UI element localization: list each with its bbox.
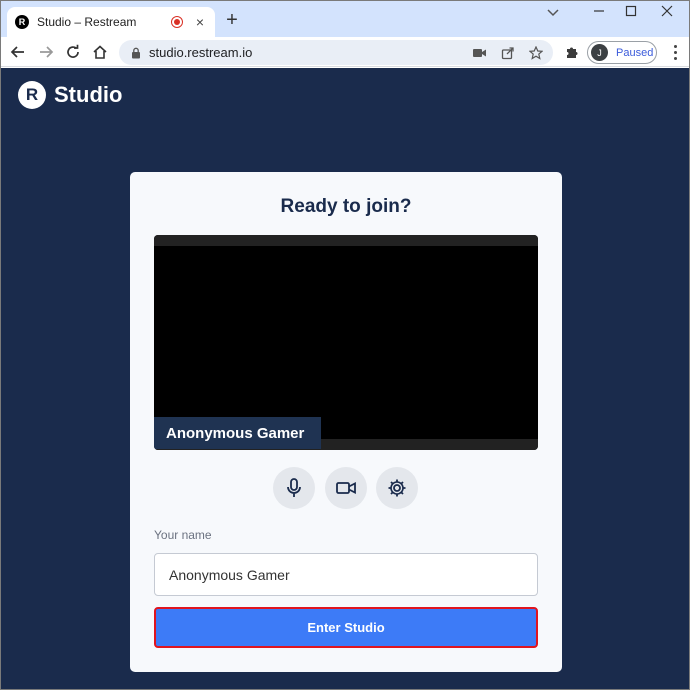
tab-strip: R Studio – Restream × + xyxy=(1,1,689,37)
url-text: studio.restream.io xyxy=(149,45,253,60)
maximize-icon[interactable] xyxy=(621,5,641,21)
browser-toolbar: studio.restream.io J Paused xyxy=(1,37,689,67)
browser-window: R Studio – Restream × + studio.restream.… xyxy=(0,0,690,690)
bookmark-star-icon[interactable] xyxy=(525,42,547,64)
camera-icon xyxy=(336,482,356,494)
tab-search-chevron-icon[interactable] xyxy=(543,5,563,21)
name-field-label: Your name xyxy=(154,528,212,542)
address-bar[interactable]: studio.restream.io xyxy=(119,40,553,65)
browser-menu-icon[interactable] xyxy=(665,41,685,63)
restream-logo-icon: R xyxy=(18,81,46,109)
page-title: Ready to join? xyxy=(280,196,412,217)
profile-status: Paused xyxy=(616,46,654,59)
forward-arrow-icon[interactable] xyxy=(35,41,57,63)
settings-button[interactable] xyxy=(376,467,418,509)
camera-in-use-icon[interactable] xyxy=(469,42,491,64)
reload-icon[interactable] xyxy=(62,41,84,63)
avatar: J xyxy=(591,44,608,61)
camera-button[interactable] xyxy=(325,467,367,509)
browser-tab[interactable]: R Studio – Restream × xyxy=(7,7,215,37)
recording-indicator-icon xyxy=(171,16,183,28)
minimize-icon[interactable] xyxy=(589,5,609,21)
window-close-icon[interactable] xyxy=(657,5,677,21)
extensions-puzzle-icon[interactable] xyxy=(561,41,583,63)
settings-gear-icon xyxy=(388,479,406,497)
camera-preview: Anonymous Gamer xyxy=(154,235,538,450)
close-tab-icon[interactable]: × xyxy=(193,15,207,29)
logo-text: Studio xyxy=(54,82,123,107)
share-icon[interactable] xyxy=(497,42,519,64)
restream-favicon-icon: R xyxy=(15,15,29,29)
studio-page: R Studio Ready to join? Anonymous Gamer … xyxy=(1,68,689,689)
lock-icon[interactable] xyxy=(131,47,141,59)
join-card: Ready to join? Anonymous Gamer Your name… xyxy=(130,172,562,672)
microphone-icon xyxy=(287,478,301,497)
tab-title: Studio – Restream xyxy=(37,15,137,29)
profile-button[interactable]: J Paused xyxy=(587,41,657,64)
microphone-button[interactable] xyxy=(273,467,315,509)
preview-top-bar xyxy=(154,235,538,246)
enter-studio-button[interactable]: Enter Studio xyxy=(154,607,538,648)
preview-name-tag: Anonymous Gamer xyxy=(154,417,321,449)
back-arrow-icon[interactable] xyxy=(7,41,29,63)
new-tab-icon[interactable]: + xyxy=(223,10,241,30)
home-icon[interactable] xyxy=(89,41,111,63)
restream-logo[interactable]: R Studio xyxy=(18,81,122,109)
name-input[interactable] xyxy=(154,553,538,596)
